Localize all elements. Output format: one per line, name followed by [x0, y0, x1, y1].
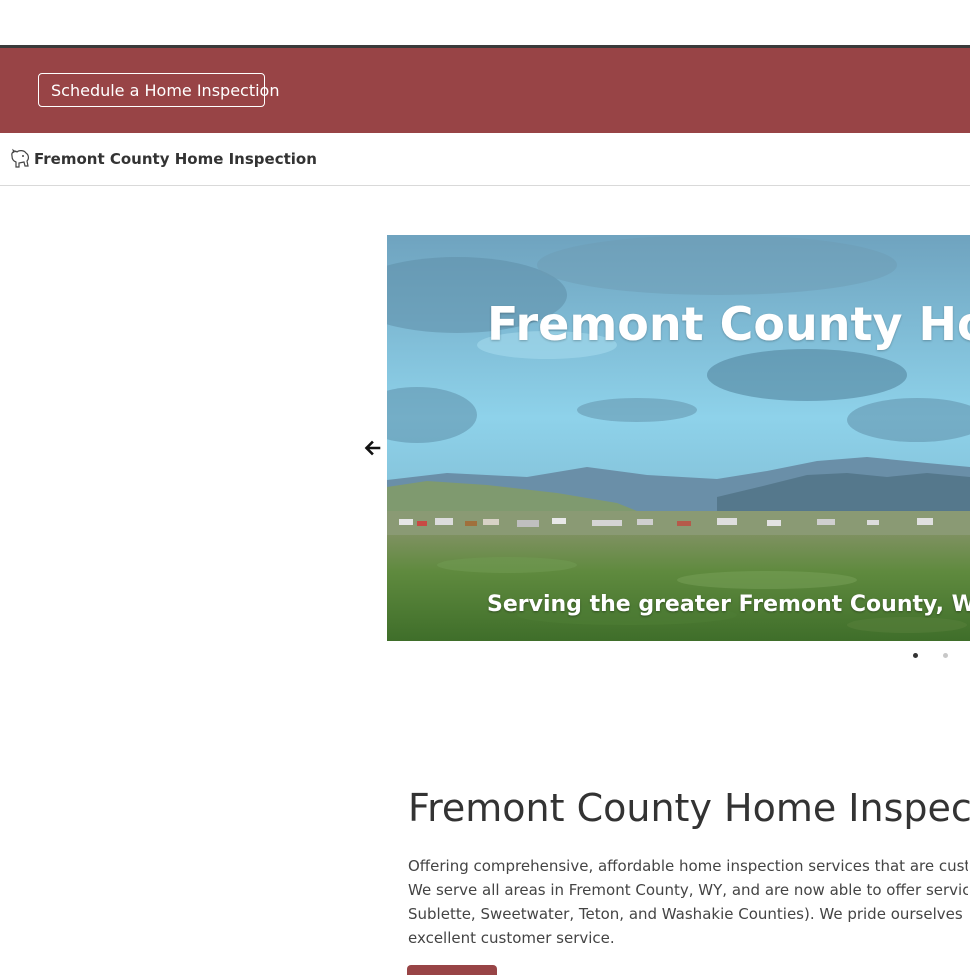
intro-line: excellent customer service.	[408, 929, 615, 947]
page-title: Fremont County Home Inspecti	[408, 786, 970, 830]
promo-banner: Schedule a Home Inspection	[0, 48, 970, 133]
hero-carousel[interactable]: Fremont County Hom Serving the greater F…	[387, 235, 970, 641]
top-whitespace	[0, 0, 970, 45]
intro-line: Offering comprehensive, affordable home …	[408, 857, 968, 875]
carousel-slide-caption: Serving the greater Fremont County, Wyom	[487, 592, 970, 617]
carousel-indicator-1[interactable]	[913, 653, 918, 658]
brand-name[interactable]: Fremont County Home Inspection	[34, 150, 317, 168]
arrow-left-icon[interactable]	[360, 436, 384, 460]
hero-image	[387, 235, 970, 641]
bear-logo-icon[interactable]	[8, 147, 32, 171]
navbar: Fremont County Home Inspection	[0, 133, 970, 186]
carousel-indicator-2[interactable]	[943, 653, 948, 658]
intro-line: We serve all areas in Fremont County, WY…	[408, 881, 968, 899]
schedule-inspection-button[interactable]: Schedule a Home Inspection	[38, 73, 279, 107]
intro-paragraph: Offering comprehensive, affordable home …	[408, 854, 968, 950]
intro-line: Sublette, Sweetwater, Teton, and Washaki…	[408, 905, 968, 923]
carousel-slide-title: Fremont County Hom	[487, 297, 970, 351]
cta-button[interactable]	[407, 965, 497, 975]
